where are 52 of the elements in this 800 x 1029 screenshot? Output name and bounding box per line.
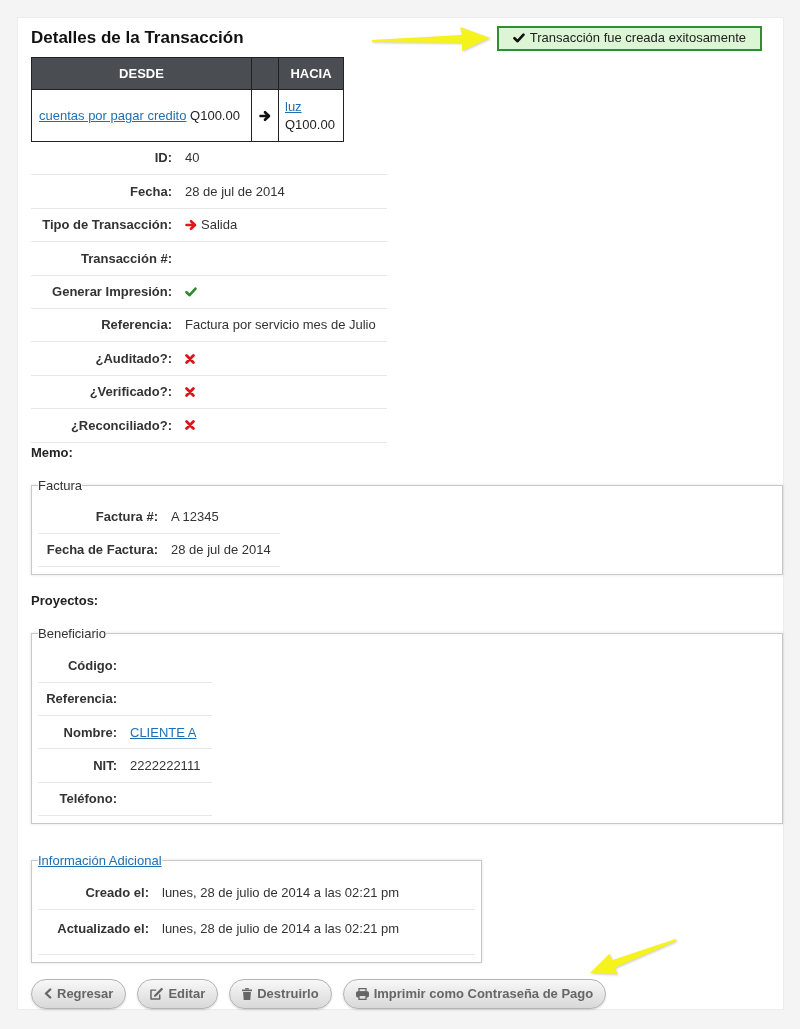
field-label: Teléfono: [59, 790, 117, 809]
print-button[interactable]: Imprimir como Contraseña de Pago [342, 978, 607, 1009]
field-value: 2222222111 [130, 756, 201, 775]
field-label: Generar Impresión: [52, 283, 172, 301]
field-label: Factura #: [95, 507, 158, 526]
field-value: 28 de jul de 2014 [185, 182, 285, 201]
check-icon [512, 33, 525, 43]
delete-button[interactable]: Destruirlo [229, 978, 332, 1009]
back-button[interactable]: Regresar [31, 978, 127, 1009]
field-link[interactable]: CLIENTE A [130, 722, 197, 742]
arrow-right-icon [259, 109, 271, 122]
edit-button[interactable]: Editar [137, 978, 219, 1009]
arrow-right-icon [185, 218, 197, 231]
account-link[interactable]: cuentas por pagar credito [39, 107, 187, 123]
field-label: ¿Auditado?: [95, 349, 172, 368]
field-value: lunes, 28 de julio de 2014 a las 02:21 pm [162, 919, 400, 938]
field-label: Actualizado el: [57, 919, 149, 938]
trash-icon [242, 987, 253, 1000]
field-value: Factura por servicio mes de Julio [185, 316, 376, 335]
column-header: DESDE [31, 57, 252, 90]
column-header: HACIA [278, 57, 344, 90]
section-label: Proyectos: [31, 593, 99, 609]
legend-link[interactable]: Información Adicional [38, 853, 162, 869]
field-label: Transacción #: [80, 249, 172, 268]
edit-icon [150, 987, 164, 1000]
section-label: Memo: [31, 444, 73, 460]
section-legend: Beneficiario [38, 626, 106, 642]
field-label: Nombre: [63, 723, 117, 742]
page-title: Detalles de la Transacción [31, 27, 244, 50]
field-value: A 12345 [171, 507, 219, 526]
field-value: 40 [185, 149, 200, 168]
field-label: Fecha: [130, 182, 172, 201]
field-label: ¿Reconciliado?: [70, 416, 172, 435]
alert-message: Transacción fue creada exitosamente [529, 29, 746, 48]
field-label: Fecha de Factura: [46, 541, 158, 560]
printer-icon [355, 987, 369, 1000]
field-label: ¿Verificado?: [89, 383, 172, 402]
field-value: lunes, 28 de julio de 2014 a las 02:21 pm [162, 883, 400, 902]
account-link[interactable]: luz [285, 97, 302, 116]
field-label: Referencia: [46, 690, 117, 709]
field-label: ID: [154, 149, 172, 168]
section-legend: Factura [38, 477, 83, 493]
chevron-left-icon [44, 988, 52, 1000]
field-value: 28 de jul de 2014 [171, 541, 271, 560]
field-label: Código: [67, 656, 117, 675]
amount-text: Q100.00 [190, 107, 240, 123]
field-label: Tipo de Transacción: [42, 216, 172, 235]
field-label: Creado el: [85, 883, 149, 902]
amount-text: Q100.00 [285, 115, 335, 134]
field-value: Salida [201, 216, 238, 235]
field-label: NIT: [93, 756, 117, 775]
field-label: Referencia: [101, 316, 172, 335]
